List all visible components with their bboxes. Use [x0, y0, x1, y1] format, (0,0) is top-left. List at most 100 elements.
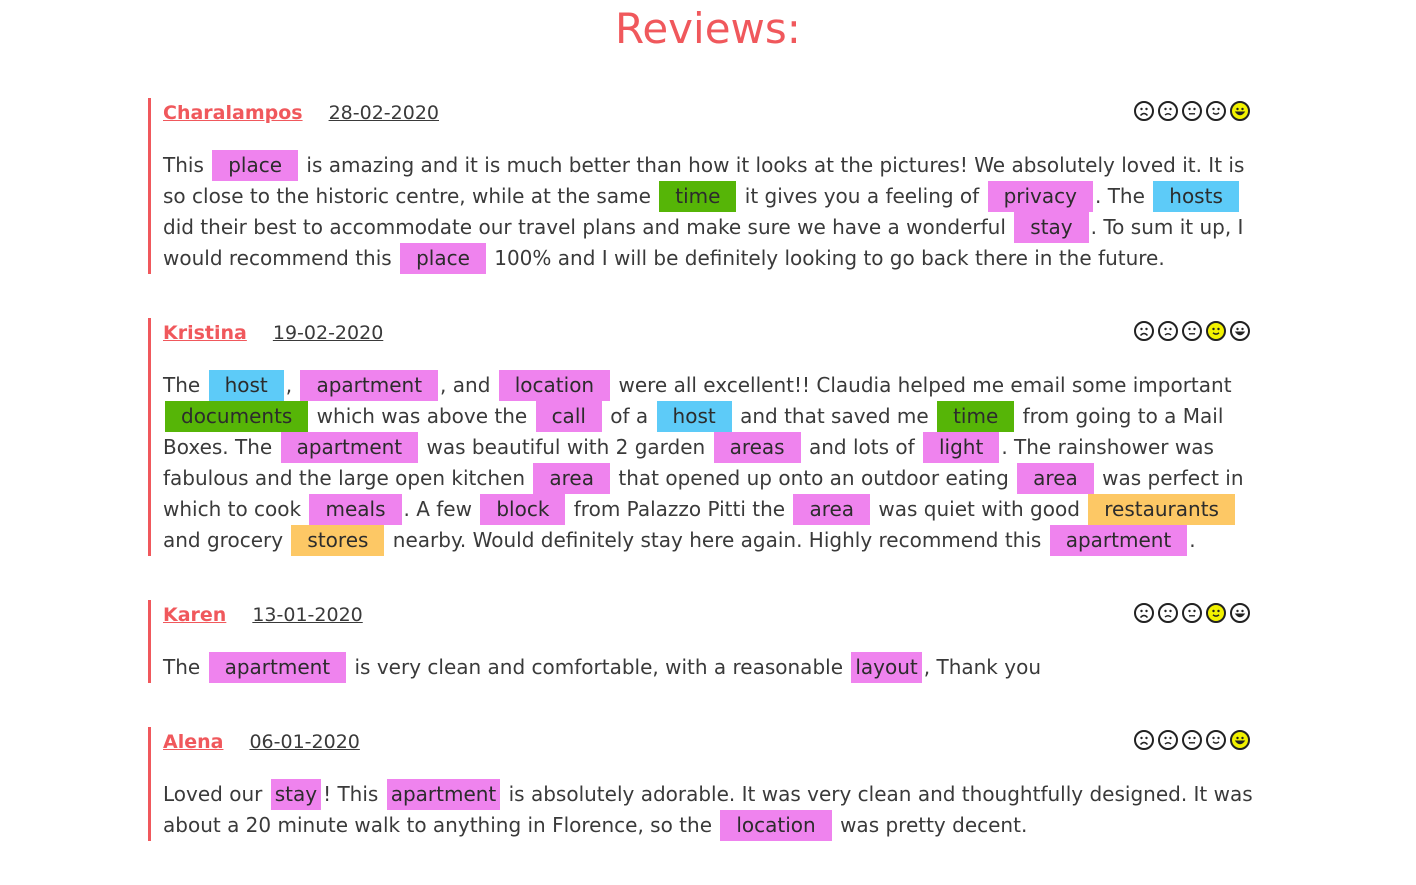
review-text-segment: was beautiful with 2 garden [420, 435, 712, 459]
review-text-segment: and lots of [802, 435, 921, 459]
aspect-tag[interactable]: location [498, 370, 611, 401]
big-smile-face-icon[interactable] [1230, 603, 1250, 623]
big-smile-face-icon[interactable] [1230, 730, 1250, 750]
aspect-tag[interactable]: block [480, 494, 566, 525]
review-text-segment: , [285, 373, 299, 397]
review-author-link[interactable]: Karen [163, 604, 226, 626]
review-text-segment: This [163, 153, 211, 177]
aspect-tag[interactable]: apartment [1049, 525, 1188, 556]
sad-face-icon[interactable] [1158, 730, 1178, 750]
review-text-segment: it gives you a feeling of [738, 184, 986, 208]
smile-face-icon[interactable] [1206, 321, 1226, 341]
aspect-tag[interactable]: location [720, 810, 832, 841]
review-text: The apartment is very clean and comforta… [163, 652, 1270, 683]
neutral-face-icon[interactable] [1182, 730, 1202, 750]
aspect-tag[interactable]: stay [270, 779, 322, 810]
review-text-segment: nearby. Would definitely stay here again… [386, 528, 1048, 552]
aspect-tag[interactable]: privacy [987, 181, 1093, 212]
page-title: Reviews: [615, 4, 801, 53]
review-text-segment: , Thank you [923, 655, 1041, 679]
review-date-link[interactable]: 19-02-2020 [273, 322, 383, 344]
aspect-tag[interactable]: apartment [280, 432, 419, 463]
review-text: The host, apartment, and location were a… [163, 370, 1270, 556]
neutral-face-icon[interactable] [1182, 603, 1202, 623]
review-text-segment: were all excellent!! Claudia helped me e… [612, 373, 1232, 397]
review-text-segment: and that saved me [733, 404, 936, 428]
review-date-link[interactable]: 13-01-2020 [252, 604, 362, 626]
very-sad-face-icon[interactable] [1134, 603, 1154, 623]
review-header: Charalampos 28-02-2020 [163, 98, 1270, 129]
aspect-tag[interactable]: layout [851, 652, 922, 683]
rating-faces [1134, 321, 1250, 341]
review-card: Charalampos 28-02-2020 This place is amazi… [148, 98, 1270, 274]
aspect-tag[interactable]: time [937, 401, 1015, 432]
neutral-face-icon[interactable] [1182, 321, 1202, 341]
aspect-tag[interactable]: stores [291, 525, 385, 556]
review-text-segment: from Palazzo Pitti the [567, 497, 792, 521]
very-sad-face-icon[interactable] [1134, 730, 1154, 750]
sad-face-icon[interactable] [1158, 603, 1178, 623]
aspect-tag[interactable]: hosts [1153, 181, 1239, 212]
aspect-tag[interactable]: host [656, 401, 732, 432]
aspect-tag[interactable]: area [1017, 463, 1094, 494]
aspect-tag[interactable]: light [923, 432, 1000, 463]
review-text-segment: 100% and I will be definitely looking to… [487, 246, 1165, 270]
review-text: This place is amazing and it is much bet… [163, 150, 1270, 274]
review-text-segment: which was above the [310, 404, 534, 428]
rating-faces [1134, 603, 1250, 623]
review-text-segment: The [163, 655, 207, 679]
rating-faces [1134, 730, 1250, 750]
review-text: Loved our stay! This apartment is absolu… [163, 779, 1270, 841]
review-text-segment: . [1189, 528, 1196, 552]
review-author-link[interactable]: Alena [163, 731, 223, 753]
aspect-tag[interactable]: apartment [300, 370, 439, 401]
review-text-segment: , and [440, 373, 497, 397]
review-card: Karen 13-01-2020 The apartment is very cle… [148, 600, 1270, 683]
review-text-segment: was quiet with good [872, 497, 1087, 521]
review-header: Alena 06-01-2020 [163, 727, 1270, 758]
aspect-tag[interactable]: time [659, 181, 737, 212]
very-sad-face-icon[interactable] [1134, 321, 1154, 341]
aspect-tag[interactable]: call [535, 401, 602, 432]
smile-face-icon[interactable] [1206, 603, 1226, 623]
aspect-tag[interactable]: documents [165, 401, 309, 432]
reviews-list: Charalampos 28-02-2020 This place is amazi… [148, 98, 1270, 885]
review-card: Kristina 19-02-2020 The host, apartment, a… [148, 318, 1270, 556]
review-author-link[interactable]: Charalampos [163, 102, 303, 124]
review-date-link[interactable]: 06-01-2020 [249, 731, 359, 753]
review-date-link[interactable]: 28-02-2020 [329, 102, 439, 124]
review-text-segment: that opened up onto an outdoor eating [612, 466, 1016, 490]
review-text-segment: was pretty decent. [833, 813, 1028, 837]
aspect-tag[interactable]: place [400, 243, 486, 274]
aspect-tag[interactable]: area [793, 494, 871, 525]
review-text-segment: ! This [323, 782, 385, 806]
aspect-tag[interactable]: apartment [386, 779, 501, 810]
review-text-segment: is very clean and comfortable, with a re… [348, 655, 850, 679]
sad-face-icon[interactable] [1158, 321, 1178, 341]
smile-face-icon[interactable] [1206, 730, 1226, 750]
aspect-tag[interactable]: host [208, 370, 284, 401]
aspect-tag[interactable]: place [212, 150, 299, 181]
review-text-segment: did their best to accommodate our travel… [163, 215, 1013, 239]
review-text-segment: Loved our [163, 782, 269, 806]
very-sad-face-icon[interactable] [1134, 101, 1154, 121]
neutral-face-icon[interactable] [1182, 101, 1202, 121]
aspect-tag[interactable]: stay [1014, 212, 1089, 243]
aspect-tag[interactable]: areas [713, 432, 801, 463]
review-header: Kristina 19-02-2020 [163, 318, 1270, 349]
aspect-tag[interactable]: meals [309, 494, 402, 525]
big-smile-face-icon[interactable] [1230, 101, 1250, 121]
big-smile-face-icon[interactable] [1230, 321, 1250, 341]
smile-face-icon[interactable] [1206, 101, 1226, 121]
aspect-tag[interactable]: apartment [208, 652, 347, 683]
aspect-tag[interactable]: restaurants [1088, 494, 1235, 525]
review-card: Alena 06-01-2020 Loved our stay! This apar… [148, 727, 1270, 841]
review-text-segment: . A few [403, 497, 479, 521]
review-text-segment: and grocery [163, 528, 290, 552]
aspect-tag[interactable]: area [533, 463, 610, 494]
sad-face-icon[interactable] [1158, 101, 1178, 121]
review-text-segment: The [163, 373, 207, 397]
review-text-segment: . The [1094, 184, 1152, 208]
review-author-link[interactable]: Kristina [163, 322, 247, 344]
review-text-segment: of a [603, 404, 655, 428]
